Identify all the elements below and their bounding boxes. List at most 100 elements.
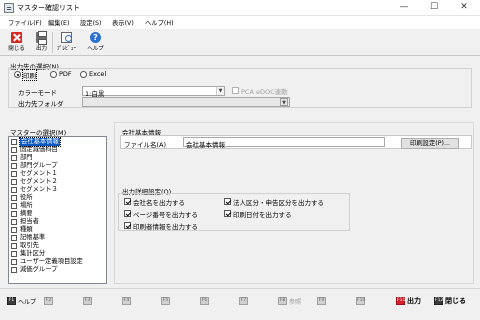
menu-file[interactable]: ファイル(F) <box>8 18 42 27</box>
minimize-button[interactable]: — <box>392 1 416 14</box>
radio-pdf[interactable] <box>50 71 57 78</box>
list-item-checkbox[interactable] <box>11 259 17 265</box>
list-item-checkbox[interactable] <box>11 179 17 185</box>
list-item-label: 記帳基準 <box>20 234 46 241</box>
radio-pdf-label[interactable]: PDF <box>59 70 72 78</box>
list-item-checkbox[interactable] <box>11 147 17 153</box>
list-item[interactable]: 固定減価科目 <box>10 146 106 154</box>
folder-browse-button[interactable]: ▼ <box>280 98 288 106</box>
print-settings-button[interactable]: 印刷設定(P)... <box>401 138 459 149</box>
fkey-f5-key: F5 <box>161 297 170 305</box>
help-tool-label: ヘルプ <box>87 46 104 52</box>
output-folder-field[interactable] <box>82 97 290 107</box>
color-mode-select[interactable]: 1:白黒 ▼ <box>82 86 225 98</box>
list-item-label: 種類 <box>20 226 33 233</box>
list-item[interactable]: 種類 <box>10 226 106 234</box>
list-item-checkbox[interactable] <box>11 219 17 225</box>
menu-view[interactable]: 表示(V) <box>112 18 134 27</box>
toolbar: 閉じる 出力 ﾌﾟﾚﾋﾞｭｰ ? ヘルプ <box>0 29 480 56</box>
radio-excel-label[interactable]: Excel <box>89 70 106 78</box>
list-item-checkbox[interactable] <box>11 155 17 161</box>
list-item-checkbox[interactable] <box>11 171 17 177</box>
list-item-label: 減価グループ <box>20 266 58 273</box>
list-item-checkbox[interactable] <box>11 139 17 145</box>
list-item-checkbox[interactable] <box>11 235 17 241</box>
filename-value: 会社基本情報 <box>186 141 225 149</box>
function-key-bar: F1 ヘルプ F2 F3 F4 F5 F6 F7 F8 参照 F9 F10 F11 出… <box>0 288 480 320</box>
list-item[interactable]: セグメント２ <box>10 178 106 186</box>
filename-label: ファイル名(A) <box>124 141 167 149</box>
menu-edit[interactable]: 編集(E) <box>48 18 70 27</box>
list-item-checkbox[interactable] <box>11 203 17 209</box>
list-item-checkbox[interactable] <box>11 251 17 257</box>
list-item-checkbox[interactable] <box>11 267 17 273</box>
fkey-f11-label: 出力 <box>407 297 421 305</box>
list-item[interactable]: 場所 <box>10 202 106 210</box>
app-icon <box>4 3 14 13</box>
fkey-f7-key: F7 <box>239 297 248 305</box>
radio-excel[interactable] <box>80 71 87 78</box>
list-item[interactable]: セグメント１ <box>10 170 106 178</box>
list-item[interactable]: 会社基本情報 <box>10 137 106 147</box>
fkey-f10-key: F10 <box>356 297 366 305</box>
list-item-label: セグメント１ <box>20 170 58 177</box>
list-item-label: セグメント２ <box>20 178 58 185</box>
chevron-down-icon: ▼ <box>216 87 224 95</box>
list-item-checkbox[interactable] <box>11 211 17 217</box>
list-item[interactable]: セグメント３ <box>10 186 106 194</box>
master-listbox[interactable]: 会社基本情報 固定減価科目 部門 部門グループ セグメント１ セグメント２ セグ… <box>8 136 107 284</box>
filename-input[interactable]: 会社基本情報 <box>183 137 385 149</box>
list-item-checkbox[interactable] <box>11 187 17 193</box>
print-date-label: 印刷日付を出力する <box>233 211 292 219</box>
list-item-label: 摘要 <box>20 210 33 217</box>
list-item-label: セグメント３ <box>20 186 58 193</box>
page-number-checkbox[interactable] <box>124 210 131 217</box>
company-name-checkbox[interactable] <box>124 198 131 205</box>
preview-tool-button[interactable]: ﾌﾟﾚﾋﾞｭｰ <box>56 30 77 54</box>
list-item[interactable]: 部門グループ <box>10 162 106 170</box>
list-item[interactable]: 役所 <box>10 194 106 202</box>
preview-tool-label: ﾌﾟﾚﾋﾞｭｰ <box>56 46 77 52</box>
list-item-label: 担当者 <box>20 218 39 225</box>
fkey-f8-key: F8 <box>278 297 287 305</box>
list-item[interactable]: 集計区分 <box>10 250 106 258</box>
menu-help[interactable]: ヘルプ(H) <box>145 18 174 27</box>
printer-info-checkbox[interactable] <box>124 222 131 229</box>
pca-edoc-checkbox[interactable] <box>232 87 239 94</box>
list-item[interactable]: 摘要 <box>10 210 106 218</box>
close-window-button[interactable]: ✕ <box>452 1 476 14</box>
list-item[interactable]: ユーザー定義項目設定 <box>10 258 106 266</box>
color-mode-label: カラーモード <box>18 89 57 97</box>
list-item-label: 部門グループ <box>20 162 58 169</box>
list-item[interactable]: 部門 <box>10 154 106 162</box>
list-item[interactable]: 減価グループ <box>10 266 106 274</box>
maximize-button[interactable]: ☐ <box>422 1 446 14</box>
output-folder-label: 出力先フォルダ <box>18 100 64 108</box>
help-tool-button[interactable]: ? ヘルプ <box>85 30 106 54</box>
fkey-f2-key: F2 <box>44 297 53 305</box>
close-tool-button[interactable]: 閉じる <box>6 30 27 54</box>
menu-settings[interactable]: 設定(S) <box>80 18 102 27</box>
list-item-checkbox[interactable] <box>11 195 17 201</box>
print-date-checkbox[interactable] <box>224 210 231 217</box>
list-item[interactable]: 記帳基準 <box>10 234 106 242</box>
fkey-f4-key: F4 <box>122 297 131 305</box>
help-icon: ? <box>90 32 101 43</box>
list-item-label: 部門 <box>20 154 33 161</box>
fkey-f8-label: 参照 <box>289 299 302 306</box>
radio-print[interactable] <box>14 71 21 78</box>
list-item[interactable]: 担当者 <box>10 218 106 226</box>
pca-edoc-label: PCA eDOC連動 <box>241 88 288 96</box>
list-item[interactable]: 取引先 <box>10 242 106 250</box>
list-item-checkbox[interactable] <box>11 227 17 233</box>
radio-print-label[interactable]: 印刷 <box>22 69 37 81</box>
fkey-f6-key: F6 <box>200 297 209 305</box>
printer-icon <box>36 31 47 45</box>
fkey-f1-label: ヘルプ <box>18 299 37 306</box>
printer-info-label: 印刷者情報を出力する <box>133 223 198 231</box>
list-item-label: 取引先 <box>20 242 39 249</box>
output-tool-button[interactable]: 出力 <box>31 30 52 54</box>
list-item-checkbox[interactable] <box>11 163 17 169</box>
corp-category-checkbox[interactable] <box>224 198 231 205</box>
list-item-checkbox[interactable] <box>11 243 17 249</box>
